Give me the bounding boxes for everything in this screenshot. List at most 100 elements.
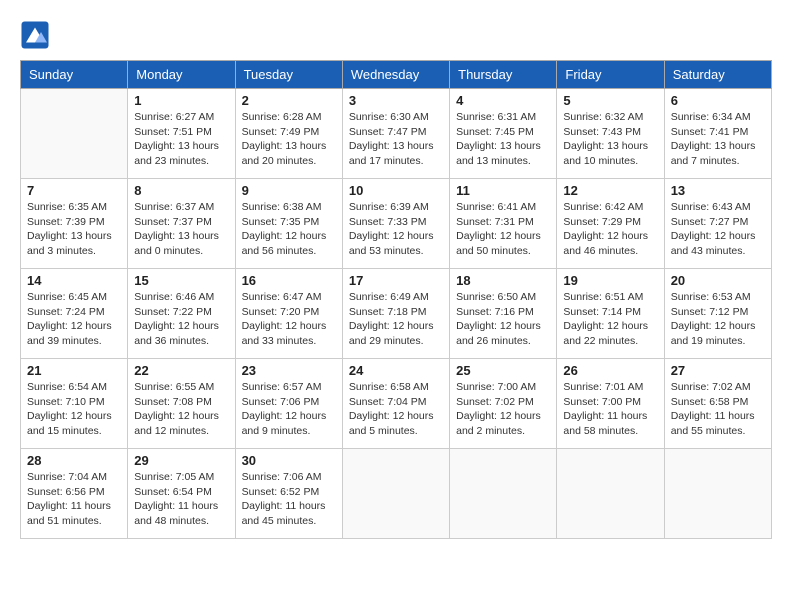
day-number: 4 <box>456 93 550 108</box>
day-info: Sunrise: 6:53 AMSunset: 7:12 PMDaylight:… <box>671 290 765 349</box>
day-info: Sunrise: 7:05 AMSunset: 6:54 PMDaylight:… <box>134 470 228 529</box>
day-info: Sunrise: 6:43 AMSunset: 7:27 PMDaylight:… <box>671 200 765 259</box>
day-number: 24 <box>349 363 443 378</box>
calendar-cell: 14Sunrise: 6:45 AMSunset: 7:24 PMDayligh… <box>21 269 128 359</box>
day-number: 5 <box>563 93 657 108</box>
day-info: Sunrise: 7:06 AMSunset: 6:52 PMDaylight:… <box>242 470 336 529</box>
calendar-body: 1 Sunrise: 6:27 AMSunset: 7:51 PMDaylight… <box>21 89 772 539</box>
day-number: 11 <box>456 183 550 198</box>
day-info: Sunrise: 6:38 AMSunset: 7:35 PMDaylight:… <box>242 200 336 259</box>
calendar-cell: 27 Sunrise: 7:02 AMSunset: 6:58 PMDayligh… <box>664 359 771 449</box>
calendar-week-row: 14Sunrise: 6:45 AMSunset: 7:24 PMDayligh… <box>21 269 772 359</box>
weekday-header-tuesday: Tuesday <box>235 61 342 89</box>
calendar-cell: 12 Sunrise: 6:42 AMSunset: 7:29 PMDayligh… <box>557 179 664 269</box>
calendar-cell: 10 Sunrise: 6:39 AMSunset: 7:33 PMDayligh… <box>342 179 449 269</box>
weekday-header-monday: Monday <box>128 61 235 89</box>
day-info: Sunrise: 6:31 AMSunset: 7:45 PMDaylight:… <box>456 110 550 169</box>
day-info: Sunrise: 7:01 AMSunset: 7:00 PMDaylight:… <box>563 380 657 439</box>
day-info: Sunrise: 6:28 AMSunset: 7:49 PMDaylight:… <box>242 110 336 169</box>
calendar-week-row: 7Sunrise: 6:35 AMSunset: 7:39 PMDaylight… <box>21 179 772 269</box>
day-number: 23 <box>242 363 336 378</box>
logo-icon <box>20 20 50 50</box>
day-number: 1 <box>134 93 228 108</box>
header <box>20 20 772 50</box>
calendar-cell: 19Sunrise: 6:51 AMSunset: 7:14 PMDayligh… <box>557 269 664 359</box>
day-info: Sunrise: 6:57 AMSunset: 7:06 PMDaylight:… <box>242 380 336 439</box>
day-number: 28 <box>27 453 121 468</box>
day-info: Sunrise: 6:47 AMSunset: 7:20 PMDaylight:… <box>242 290 336 349</box>
calendar-cell: 29Sunrise: 7:05 AMSunset: 6:54 PMDayligh… <box>128 449 235 539</box>
day-info: Sunrise: 6:41 AMSunset: 7:31 PMDaylight:… <box>456 200 550 259</box>
day-number: 18 <box>456 273 550 288</box>
calendar-cell: 18 Sunrise: 6:50 AMSunset: 7:16 PMDayligh… <box>450 269 557 359</box>
calendar-cell: 5 Sunrise: 6:32 AMSunset: 7:43 PMDaylight… <box>557 89 664 179</box>
day-info: Sunrise: 6:50 AMSunset: 7:16 PMDaylight:… <box>456 290 550 349</box>
day-number: 15 <box>134 273 228 288</box>
calendar-week-row: 21 Sunrise: 6:54 AMSunset: 7:10 PMDayligh… <box>21 359 772 449</box>
calendar-cell: 15 Sunrise: 6:46 AMSunset: 7:22 PMDayligh… <box>128 269 235 359</box>
calendar-cell: 26 Sunrise: 7:01 AMSunset: 7:00 PMDayligh… <box>557 359 664 449</box>
weekday-header-thursday: Thursday <box>450 61 557 89</box>
day-number: 12 <box>563 183 657 198</box>
day-info: Sunrise: 6:39 AMSunset: 7:33 PMDaylight:… <box>349 200 443 259</box>
day-number: 6 <box>671 93 765 108</box>
calendar-cell: 16 Sunrise: 6:47 AMSunset: 7:20 PMDayligh… <box>235 269 342 359</box>
day-info: Sunrise: 6:37 AMSunset: 7:37 PMDaylight:… <box>134 200 228 259</box>
day-number: 2 <box>242 93 336 108</box>
day-info: Sunrise: 6:34 AMSunset: 7:41 PMDaylight:… <box>671 110 765 169</box>
calendar-week-row: 28 Sunrise: 7:04 AMSunset: 6:56 PMDayligh… <box>21 449 772 539</box>
calendar-cell: 25Sunrise: 7:00 AMSunset: 7:02 PMDayligh… <box>450 359 557 449</box>
day-info: Sunrise: 6:49 AMSunset: 7:18 PMDaylight:… <box>349 290 443 349</box>
calendar-cell: 1 Sunrise: 6:27 AMSunset: 7:51 PMDaylight… <box>128 89 235 179</box>
calendar-cell: 30 Sunrise: 7:06 AMSunset: 6:52 PMDayligh… <box>235 449 342 539</box>
calendar-cell: 17Sunrise: 6:49 AMSunset: 7:18 PMDayligh… <box>342 269 449 359</box>
calendar-cell: 6 Sunrise: 6:34 AMSunset: 7:41 PMDaylight… <box>664 89 771 179</box>
day-number: 9 <box>242 183 336 198</box>
day-info: Sunrise: 6:30 AMSunset: 7:47 PMDaylight:… <box>349 110 443 169</box>
day-info: Sunrise: 6:35 AMSunset: 7:39 PMDaylight:… <box>27 200 121 259</box>
calendar-cell: 22Sunrise: 6:55 AMSunset: 7:08 PMDayligh… <box>128 359 235 449</box>
day-info: Sunrise: 6:27 AMSunset: 7:51 PMDaylight:… <box>134 110 228 169</box>
day-info: Sunrise: 6:54 AMSunset: 7:10 PMDaylight:… <box>27 380 121 439</box>
weekday-header-saturday: Saturday <box>664 61 771 89</box>
day-info: Sunrise: 6:42 AMSunset: 7:29 PMDaylight:… <box>563 200 657 259</box>
day-number: 3 <box>349 93 443 108</box>
calendar-cell: 11 Sunrise: 6:41 AMSunset: 7:31 PMDayligh… <box>450 179 557 269</box>
logo <box>20 20 54 50</box>
weekday-header-sunday: Sunday <box>21 61 128 89</box>
day-info: Sunrise: 7:02 AMSunset: 6:58 PMDaylight:… <box>671 380 765 439</box>
weekday-header-wednesday: Wednesday <box>342 61 449 89</box>
weekday-header-row: SundayMondayTuesdayWednesdayThursdayFrid… <box>21 61 772 89</box>
day-number: 13 <box>671 183 765 198</box>
day-info: Sunrise: 7:00 AMSunset: 7:02 PMDaylight:… <box>456 380 550 439</box>
calendar-cell <box>664 449 771 539</box>
day-info: Sunrise: 6:46 AMSunset: 7:22 PMDaylight:… <box>134 290 228 349</box>
calendar-header: SundayMondayTuesdayWednesdayThursdayFrid… <box>21 61 772 89</box>
weekday-header-friday: Friday <box>557 61 664 89</box>
calendar-cell: 21 Sunrise: 6:54 AMSunset: 7:10 PMDayligh… <box>21 359 128 449</box>
calendar: SundayMondayTuesdayWednesdayThursdayFrid… <box>20 60 772 539</box>
day-number: 21 <box>27 363 121 378</box>
day-number: 8 <box>134 183 228 198</box>
calendar-cell <box>557 449 664 539</box>
calendar-cell: 13 Sunrise: 6:43 AMSunset: 7:27 PMDayligh… <box>664 179 771 269</box>
day-info: Sunrise: 6:58 AMSunset: 7:04 PMDaylight:… <box>349 380 443 439</box>
day-number: 16 <box>242 273 336 288</box>
calendar-cell <box>21 89 128 179</box>
day-info: Sunrise: 6:32 AMSunset: 7:43 PMDaylight:… <box>563 110 657 169</box>
day-number: 14 <box>27 273 121 288</box>
day-info: Sunrise: 6:55 AMSunset: 7:08 PMDaylight:… <box>134 380 228 439</box>
calendar-cell: 7Sunrise: 6:35 AMSunset: 7:39 PMDaylight… <box>21 179 128 269</box>
calendar-cell: 20 Sunrise: 6:53 AMSunset: 7:12 PMDayligh… <box>664 269 771 359</box>
day-number: 20 <box>671 273 765 288</box>
day-number: 26 <box>563 363 657 378</box>
calendar-cell: 9 Sunrise: 6:38 AMSunset: 7:35 PMDaylight… <box>235 179 342 269</box>
calendar-cell <box>450 449 557 539</box>
day-number: 19 <box>563 273 657 288</box>
calendar-cell: 3 Sunrise: 6:30 AMSunset: 7:47 PMDaylight… <box>342 89 449 179</box>
day-number: 10 <box>349 183 443 198</box>
calendar-cell <box>342 449 449 539</box>
day-number: 27 <box>671 363 765 378</box>
day-info: Sunrise: 7:04 AMSunset: 6:56 PMDaylight:… <box>27 470 121 529</box>
day-number: 30 <box>242 453 336 468</box>
